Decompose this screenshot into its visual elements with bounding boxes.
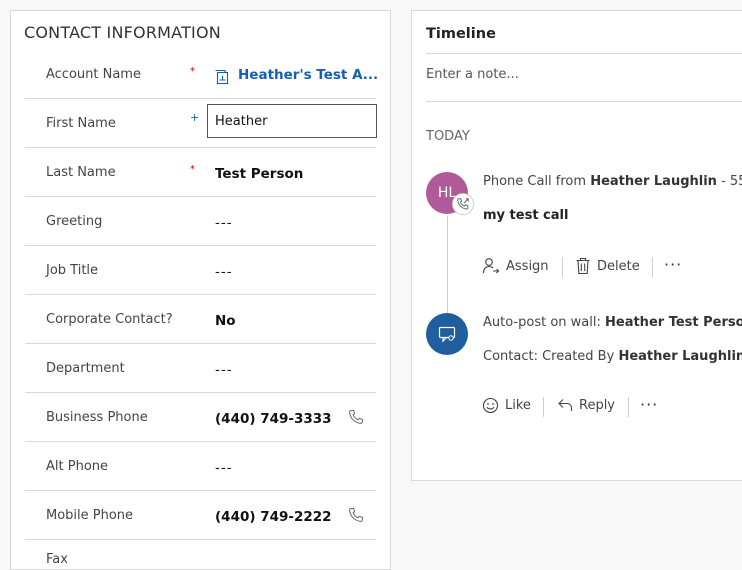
greeting-value[interactable]: --- [215, 215, 233, 231]
post-body: Contact: Created By Heather Laughlin. [483, 349, 742, 364]
timeline-panel: Timeline Enter a note... TODAY HL Phone … [411, 10, 742, 481]
phone-icon[interactable] [348, 409, 364, 425]
timeline-item-header: Auto-post on wall: Heather Test Person - [483, 315, 742, 330]
required-marker: * [190, 164, 195, 175]
field-fax: Fax [25, 540, 376, 569]
assign-person-icon [482, 258, 500, 274]
field-label: Fax [46, 552, 68, 567]
phone-call-badge-icon [452, 193, 474, 215]
author-link[interactable]: Heather Laughlin [590, 174, 717, 189]
field-label: Greeting [46, 214, 103, 229]
field-department: Department --- [25, 344, 376, 393]
field-label: First Name [46, 116, 116, 131]
required-marker: * [190, 66, 195, 77]
more-actions-button[interactable]: ··· [640, 395, 658, 414]
timeline-connector [447, 216, 448, 321]
job-title-value[interactable]: --- [215, 264, 233, 280]
separator [652, 257, 653, 277]
field-last-name: Last Name * Test Person [25, 148, 376, 197]
account-name-link[interactable]: Heather's Test A... [238, 67, 378, 83]
activity-subject[interactable]: my test call [483, 208, 568, 223]
field-label: Department [46, 361, 125, 376]
divider [426, 101, 742, 102]
body-prefix: Contact: Created By [483, 349, 615, 364]
author-link[interactable]: Heather Laughlin. [618, 349, 742, 364]
last-name-value[interactable]: Test Person [215, 166, 303, 182]
separator [562, 257, 563, 277]
reply-label: Reply [579, 397, 616, 413]
phone-icon[interactable] [348, 507, 364, 523]
field-corporate-contact: Corporate Contact? No [25, 295, 376, 344]
section-title: CONTACT INFORMATION [24, 23, 221, 42]
department-value[interactable]: --- [215, 362, 233, 378]
timeline-title: Timeline [426, 26, 496, 42]
first-name-input[interactable] [207, 104, 377, 138]
delete-label: Delete [597, 258, 640, 274]
field-job-title: Job Title --- [25, 246, 376, 295]
timeline-item-header: Phone Call from Heather Laughlin - 55 M [483, 174, 742, 189]
field-label: Mobile Phone [46, 508, 134, 523]
post-avatar [426, 313, 468, 355]
corporate-contact-value[interactable]: No [215, 313, 236, 329]
reply-button[interactable]: Reply [557, 397, 615, 413]
header-suffix: - 55 M [721, 174, 742, 189]
field-business-phone: Business Phone (440) 749-3333 [25, 393, 376, 442]
field-first-name: First Name + [25, 99, 377, 148]
field-label: Account Name [46, 67, 141, 82]
assign-label: Assign [506, 258, 549, 274]
contact-information-panel: CONTACT INFORMATION Account Name * Heath… [10, 10, 391, 570]
alt-phone-value[interactable]: --- [215, 460, 233, 476]
field-greeting: Greeting --- [25, 197, 376, 246]
mobile-phone-value[interactable]: (440) 749-2222 [215, 509, 332, 525]
recommended-marker: + [190, 111, 200, 124]
field-label: Job Title [46, 263, 99, 278]
field-mobile-phone: Mobile Phone (440) 749-2222 [25, 491, 376, 540]
record-link[interactable]: Heather Test Person [605, 315, 742, 330]
field-label: Alt Phone [46, 459, 109, 474]
separator [628, 397, 629, 417]
delete-button[interactable]: Delete [575, 257, 640, 275]
field-alt-phone: Alt Phone --- [25, 442, 376, 491]
smiley-icon [482, 397, 499, 414]
header-prefix: Auto-post on wall: [483, 315, 601, 330]
reply-arrow-icon [558, 399, 573, 411]
account-lookup-icon [215, 69, 229, 85]
like-button[interactable]: Like [482, 397, 531, 414]
divider [426, 53, 742, 54]
separator [543, 397, 544, 417]
more-actions-button[interactable]: ··· [664, 255, 682, 274]
note-input[interactable]: Enter a note... [426, 67, 742, 82]
business-phone-value[interactable]: (440) 749-3333 [215, 411, 332, 427]
field-account-name: Account Name * Heather's Test A... [25, 50, 378, 99]
like-label: Like [505, 398, 531, 413]
trash-icon [576, 257, 590, 275]
field-label: Business Phone [46, 410, 148, 425]
header-prefix: Phone Call from [483, 174, 587, 189]
field-label: Corporate Contact? [46, 312, 173, 327]
assign-button[interactable]: Assign [482, 257, 549, 275]
field-label: Last Name [46, 165, 116, 180]
timeline-group-label: TODAY [426, 129, 470, 144]
post-bubble-icon [438, 326, 456, 343]
